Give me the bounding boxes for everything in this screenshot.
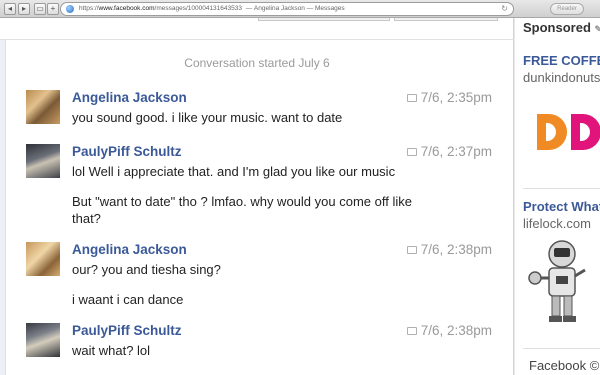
avatar[interactable]	[26, 242, 60, 276]
message-icon	[406, 246, 417, 254]
messages-pane: Conversation started July 6 Angelina Jac…	[0, 18, 514, 375]
message-text: our? you and tiesha sing?	[72, 262, 221, 277]
message-timestamp: 7/6, 2:38pm	[420, 323, 492, 338]
message-timestamp: 7/6, 2:37pm	[420, 144, 492, 159]
ad-title[interactable]: FREE COFFEE	[523, 53, 600, 68]
ad-domain[interactable]: dunkindonuts.com	[523, 70, 600, 85]
message-time: 7/6, 2:38pm	[406, 323, 492, 338]
message-icon	[406, 148, 417, 156]
avatar[interactable]	[26, 144, 60, 178]
message-text: lol Well i appreciate that. and I'm glad…	[72, 164, 396, 179]
avatar[interactable]	[26, 90, 60, 124]
message-text: that?	[72, 211, 101, 226]
conversation-list-edge	[0, 40, 6, 375]
tabs-icon[interactable]: ▭	[34, 3, 46, 15]
ad-divider	[523, 188, 600, 189]
message-text: i waant i can dance	[72, 292, 184, 307]
sender-name[interactable]: PaulyPiff Schultz	[72, 323, 182, 338]
edit-icon[interactable]: ✎	[595, 24, 600, 34]
letter-d-orange	[537, 114, 567, 150]
reload-icon[interactable]: ↻	[501, 3, 508, 15]
url-scheme: https	[79, 5, 94, 12]
ad-title[interactable]: Protect What	[523, 199, 600, 214]
footer-divider	[523, 348, 600, 349]
message-timestamp: 7/6, 2:38pm	[420, 242, 492, 257]
message-item: PaulyPiff Schultz 7/6, 2:37pm lol Well i…	[26, 144, 498, 234]
message-timestamp: 7/6, 2:35pm	[420, 90, 492, 105]
robot-mascot-image[interactable]	[527, 238, 597, 328]
message-text: wait what? lol	[72, 343, 151, 358]
url-path: /messages/100004131643533	[154, 5, 242, 12]
message-text: you sound good. i like your music. want …	[72, 110, 343, 125]
avatar[interactable]	[26, 323, 60, 357]
letter-d-pink	[571, 114, 600, 150]
message-time: 7/6, 2:37pm	[406, 144, 492, 159]
ad-domain[interactable]: lifelock.com	[523, 216, 591, 231]
message-icon	[406, 94, 417, 102]
header-divider	[0, 39, 514, 40]
message-time: 7/6, 2:38pm	[406, 242, 492, 257]
page-title: Angelina Jackson — Messages	[253, 5, 345, 12]
sender-name[interactable]: Angelina Jackson	[72, 242, 187, 257]
address-bar[interactable]: https://www.facebook.com/messages/100004…	[60, 2, 514, 16]
message-item: PaulyPiff Schultz 7/6, 2:38pm wait what?…	[26, 323, 498, 365]
add-tab-icon[interactable]: +	[47, 3, 59, 15]
url-host: www.facebook.com	[98, 5, 155, 12]
actions-button-edge[interactable]	[394, 18, 498, 21]
sender-name[interactable]: PaulyPiff Schultz	[72, 144, 182, 159]
sponsored-label: Sponsored	[523, 20, 591, 35]
reader-button[interactable]: Reader	[550, 3, 584, 15]
forward-icon[interactable]: ▸	[18, 3, 30, 15]
search-field-edge[interactable]	[258, 18, 390, 21]
ads-sidebar: Sponsored ✎ FREE COFFEE dunkindonuts.com…	[515, 18, 600, 375]
message-text: But "want to date" tho ? lmfao. why woul…	[72, 194, 412, 209]
back-icon[interactable]: ◂	[4, 3, 16, 15]
sponsored-heading: Sponsored ✎	[523, 20, 600, 35]
message-item: Angelina Jackson 7/6, 2:35pm you sound g…	[26, 90, 498, 130]
sender-name[interactable]: Angelina Jackson	[72, 90, 187, 105]
conversation-start-label: Conversation started July 6	[184, 56, 330, 70]
message-item: Angelina Jackson 7/6, 2:38pm our? you an…	[26, 242, 498, 312]
site-globe-icon	[66, 5, 74, 13]
browser-toolbar: ◂ ▸ ▭ + https://www.facebook.com/message…	[0, 0, 600, 18]
footer-copyright[interactable]: Facebook ©	[529, 358, 599, 373]
message-icon	[406, 327, 417, 335]
message-time: 7/6, 2:35pm	[406, 90, 492, 105]
